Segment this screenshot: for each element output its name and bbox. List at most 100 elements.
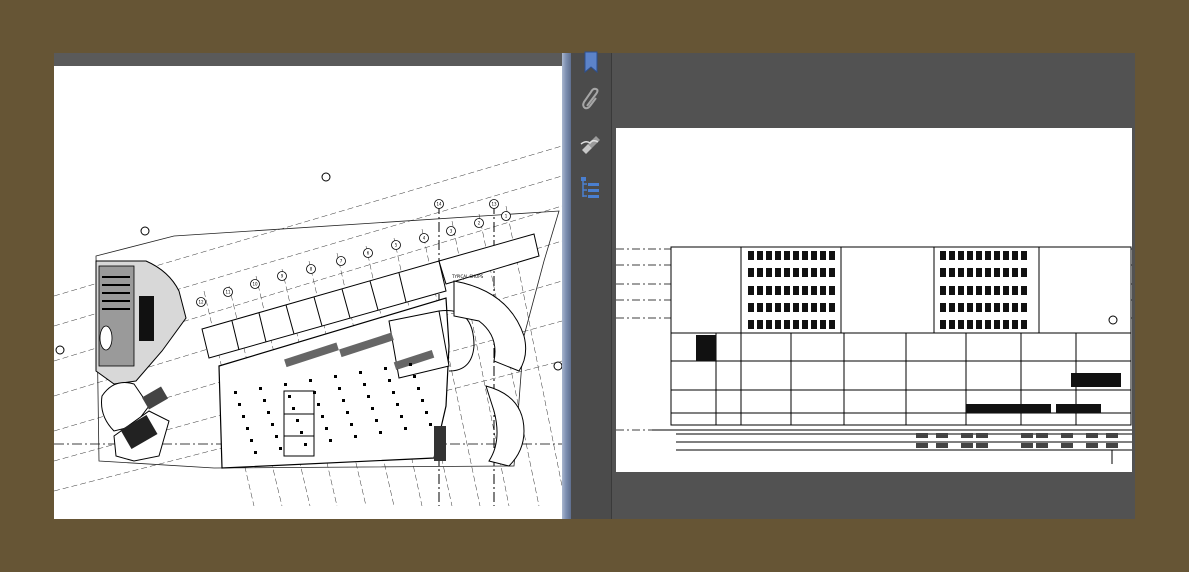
column — [254, 451, 257, 454]
column — [429, 423, 432, 426]
window — [994, 286, 1000, 295]
grid-bubble-label: 11 — [225, 290, 231, 295]
car — [916, 443, 928, 448]
window — [1021, 303, 1027, 312]
car — [976, 443, 988, 448]
window — [829, 268, 835, 277]
column — [384, 367, 387, 370]
car — [1106, 433, 1118, 438]
window — [793, 251, 799, 260]
window — [802, 303, 808, 312]
window — [766, 303, 772, 312]
window — [775, 268, 781, 277]
paperclip-icon[interactable] — [578, 86, 604, 112]
window — [958, 268, 964, 277]
parking-cars — [916, 433, 1118, 448]
column — [363, 383, 366, 386]
column — [342, 399, 345, 402]
window — [958, 303, 964, 312]
podium-shopfronts — [966, 373, 1121, 413]
window — [985, 286, 991, 295]
column — [346, 411, 349, 414]
window — [829, 320, 835, 329]
column — [404, 427, 407, 430]
window — [775, 320, 781, 329]
elevation-page[interactable] — [616, 128, 1132, 472]
column — [334, 375, 337, 378]
window — [766, 320, 772, 329]
column — [409, 363, 412, 366]
column — [234, 391, 237, 394]
window — [994, 251, 1000, 260]
window — [1021, 320, 1027, 329]
elevation-drawing — [616, 246, 1132, 464]
floor-plan-page[interactable]: 14 13 3 2 1 4 5 6 7 8 9 10 11 12 TYPICAL SHOPS — [54, 66, 562, 519]
window — [949, 320, 955, 329]
column — [392, 391, 395, 394]
layers-tree-icon[interactable] — [578, 174, 604, 200]
column — [313, 391, 316, 394]
window — [757, 286, 763, 295]
window — [940, 251, 946, 260]
window — [976, 251, 982, 260]
column — [359, 371, 362, 374]
column — [271, 423, 274, 426]
right-document-pane[interactable] — [612, 53, 1135, 519]
column — [388, 379, 391, 382]
window — [820, 251, 826, 260]
window — [766, 286, 772, 295]
window — [1003, 251, 1009, 260]
window — [784, 268, 790, 277]
left-document-pane[interactable]: 14 13 3 2 1 4 5 6 7 8 9 10 11 12 TYPICAL SHOPS — [54, 53, 562, 519]
window — [811, 303, 817, 312]
car — [936, 443, 948, 448]
car — [916, 433, 928, 438]
column — [296, 419, 299, 422]
column — [279, 447, 282, 450]
bookmark-icon[interactable] — [578, 50, 604, 76]
window — [820, 268, 826, 277]
pane-splitter[interactable] — [562, 53, 571, 519]
column — [292, 407, 295, 410]
window — [1021, 268, 1027, 277]
signature-pen-icon[interactable] — [578, 130, 604, 156]
car — [1021, 443, 1033, 448]
car — [1021, 433, 1033, 438]
window — [1003, 286, 1009, 295]
column — [325, 427, 328, 430]
window — [829, 251, 835, 260]
window — [994, 303, 1000, 312]
column — [321, 415, 324, 418]
window — [1003, 303, 1009, 312]
window — [949, 251, 955, 260]
grid-bubble-label: 7 — [340, 259, 343, 264]
window — [775, 303, 781, 312]
window — [820, 286, 826, 295]
window — [940, 286, 946, 295]
window — [1003, 268, 1009, 277]
column — [288, 395, 291, 398]
window — [748, 268, 754, 277]
window — [1012, 286, 1018, 295]
window — [958, 286, 964, 295]
window — [967, 268, 973, 277]
window — [748, 251, 754, 260]
window — [976, 286, 982, 295]
window — [940, 320, 946, 329]
column — [304, 443, 307, 446]
window — [967, 303, 973, 312]
podium-dark-panel — [696, 335, 716, 361]
column — [367, 395, 370, 398]
window — [994, 268, 1000, 277]
car — [976, 433, 988, 438]
window — [811, 251, 817, 260]
column — [379, 431, 382, 434]
column — [338, 387, 341, 390]
window — [949, 268, 955, 277]
window — [949, 286, 955, 295]
window — [985, 251, 991, 260]
curved-wing — [453, 280, 527, 467]
window — [1012, 320, 1018, 329]
tower-blocks — [670, 246, 1132, 334]
car — [961, 443, 973, 448]
